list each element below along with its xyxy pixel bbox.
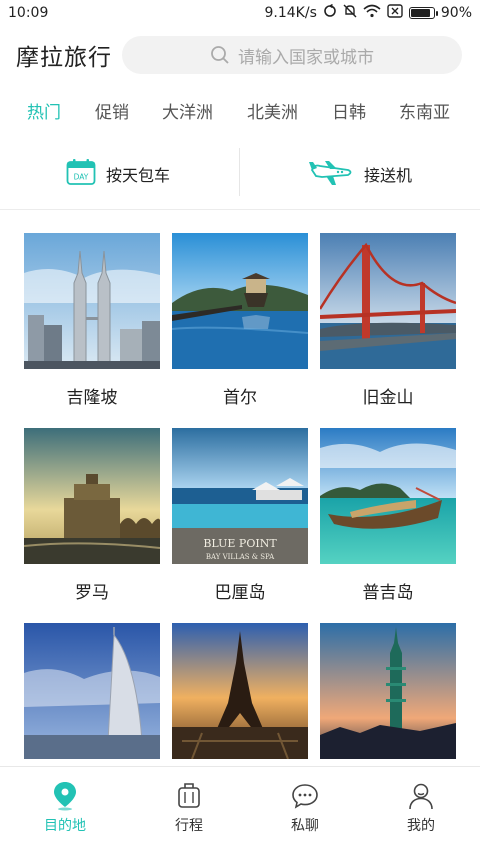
chat-bubble-icon xyxy=(265,781,345,811)
destination-card-paris[interactable] xyxy=(172,623,308,773)
destination-card-phuket[interactable]: 普吉岛 xyxy=(320,428,456,603)
destination-photo xyxy=(172,623,308,759)
destination-card-bali[interactable]: BLUE POINT BAY VILLAS & SPA 巴厘岛 xyxy=(172,428,308,603)
destination-photo xyxy=(320,623,456,759)
search-placeholder: 请输入国家或城市 xyxy=(238,47,374,68)
app-header: 摩拉旅行 请输入国家或城市 xyxy=(0,30,480,80)
destination-card-taipei[interactable] xyxy=(320,623,456,773)
user-icon xyxy=(381,781,461,811)
battery-percent: 90% xyxy=(440,5,472,21)
destination-card-dubai[interactable] xyxy=(24,623,160,773)
destination-name: 罗马 xyxy=(75,583,109,603)
svg-text:BLUE POINT: BLUE POINT xyxy=(203,537,277,550)
calendar-day-icon: DAY xyxy=(66,158,96,190)
luggage-icon xyxy=(149,781,229,811)
tab-oceania[interactable]: 大洋洲 xyxy=(162,98,213,123)
svg-text:DAY: DAY xyxy=(74,173,89,182)
status-bar: 10:09 9.14K/s 90% xyxy=(0,0,480,26)
destination-name: 旧金山 xyxy=(362,388,414,408)
tab-promotion[interactable]: 促销 xyxy=(95,98,129,123)
location-pin-icon xyxy=(25,781,105,811)
destination-name: 巴厘岛 xyxy=(214,583,266,603)
nav-destination[interactable]: 目的地 xyxy=(25,781,105,835)
nav-itinerary[interactable]: 行程 xyxy=(149,781,229,835)
svg-text:BAY VILLAS & SPA: BAY VILLAS & SPA xyxy=(206,553,275,561)
search-icon xyxy=(210,45,230,65)
airport-transfer-button[interactable]: 接送机 xyxy=(308,158,412,190)
destination-photo xyxy=(24,233,160,369)
status-icons: 9.14K/s 90% xyxy=(264,3,472,22)
service-divider xyxy=(239,148,240,196)
nav-itinerary-label: 行程 xyxy=(175,818,203,834)
destination-photo xyxy=(320,428,456,564)
charter-by-day-button[interactable]: DAY 按天包车 xyxy=(66,158,170,190)
status-time: 10:09 xyxy=(8,5,49,21)
network-speed: 9.14K/s xyxy=(264,5,317,21)
airport-transfer-label: 接送机 xyxy=(364,166,413,185)
destination-card-rome[interactable]: 罗马 xyxy=(24,428,160,603)
search-input[interactable]: 请输入国家或城市 xyxy=(122,36,462,74)
section-divider xyxy=(0,209,480,210)
destination-photo xyxy=(172,233,308,369)
bell-muted-icon xyxy=(343,4,357,22)
charter-by-day-label: 按天包车 xyxy=(106,166,171,185)
destination-name: 普吉岛 xyxy=(362,583,414,603)
sim-icon xyxy=(387,4,403,22)
destination-photo xyxy=(320,233,456,369)
destination-photo: BLUE POINT BAY VILLAS & SPA xyxy=(172,428,308,564)
wifi-icon xyxy=(363,4,381,22)
nav-profile[interactable]: 我的 xyxy=(381,781,461,835)
app-title: 摩拉旅行 xyxy=(16,45,112,71)
category-tabs: 热门 促销 大洋洲 北美洲 日韩 东南亚 xyxy=(0,92,480,128)
sync-icon xyxy=(323,3,337,22)
battery-icon xyxy=(408,7,438,19)
tab-north-america[interactable]: 北美洲 xyxy=(247,98,298,123)
nav-profile-label: 我的 xyxy=(407,818,435,834)
destination-card-san-francisco[interactable]: 旧金山 xyxy=(320,233,456,408)
destination-card-seoul[interactable]: 首尔 xyxy=(172,233,308,408)
destination-name: 首尔 xyxy=(223,388,257,408)
nav-destination-label: 目的地 xyxy=(44,818,86,834)
bottom-nav: 目的地 行程 私聊 我的 xyxy=(0,766,480,853)
destination-photo xyxy=(24,623,160,759)
airplane-icon xyxy=(308,158,354,190)
tab-southeast-asia[interactable]: 东南亚 xyxy=(399,98,450,123)
destination-name: 吉隆坡 xyxy=(66,388,118,408)
nav-private-chat-label: 私聊 xyxy=(291,818,319,834)
destination-card-kuala-lumpur[interactable]: 吉隆坡 xyxy=(24,233,160,408)
tab-hot[interactable]: 热门 xyxy=(27,98,61,123)
tab-japan-korea[interactable]: 日韩 xyxy=(332,98,366,123)
destination-photo xyxy=(24,428,160,564)
nav-private-chat[interactable]: 私聊 xyxy=(265,781,345,835)
